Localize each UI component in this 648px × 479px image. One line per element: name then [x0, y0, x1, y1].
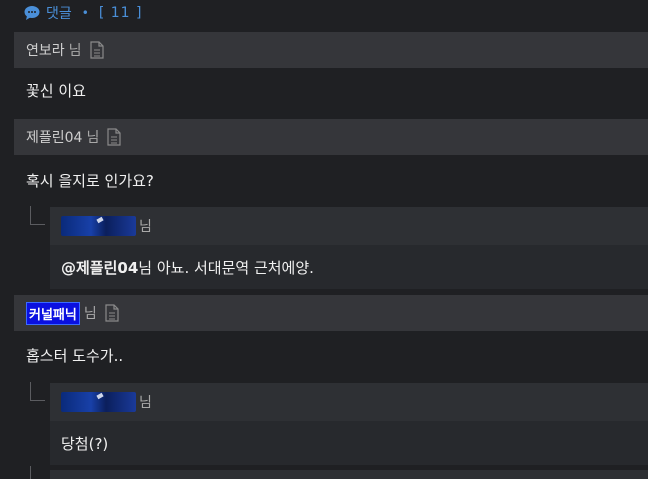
- document-icon[interactable]: [89, 41, 104, 59]
- document-icon[interactable]: [105, 304, 119, 322]
- comment-text: 홉스터 도수가..: [26, 347, 124, 365]
- comment-text: 혹시 을지로 인가요?: [26, 172, 154, 190]
- comment-author-bar: 제플린04 님: [14, 119, 648, 155]
- reply: [50, 470, 648, 479]
- reply: 님 당첨(?): [50, 383, 648, 465]
- comment-count: [ 11 ]: [98, 5, 143, 21]
- reply-connector: [30, 466, 45, 479]
- reply-author-bar: 님: [50, 207, 648, 245]
- author-suffix: 님: [139, 395, 152, 411]
- author-name[interactable]: 제플린04: [26, 127, 82, 147]
- comment-text: 꽃신 이요: [26, 82, 86, 100]
- comments-label: 댓글: [46, 6, 72, 22]
- document-icon[interactable]: [107, 128, 121, 146]
- comment-author-bar: 커널패닉 님: [14, 295, 648, 331]
- comment-author-bar: 연보라 님: [14, 32, 648, 68]
- author-suffix: 님: [86, 130, 100, 146]
- header-separator: •: [81, 6, 89, 20]
- author-suffix: 님: [68, 43, 82, 59]
- author-suffix: 님: [83, 306, 97, 322]
- masked-avatar-name[interactable]: [61, 392, 136, 412]
- author-name[interactable]: 연보라: [26, 40, 65, 60]
- comments-header: 댓글 • [ 11 ]: [24, 2, 142, 24]
- reply-connector: [30, 382, 45, 401]
- comment-bubble-icon: [24, 6, 40, 20]
- reply-text-row: @제플린04 님 아뇨. 서대문역 근처에양.: [50, 245, 648, 289]
- reply: 님 @제플린04 님 아뇨. 서대문역 근처에양.: [50, 207, 648, 289]
- author-name[interactable]: 커널패닉: [26, 301, 80, 325]
- masked-avatar-name[interactable]: [61, 216, 136, 236]
- reply-author-bar: 님: [50, 383, 648, 421]
- reply-text: 당첨(?): [61, 434, 109, 453]
- reply-text: 님 아뇨. 서대문역 근처에양.: [138, 258, 314, 277]
- mention-link[interactable]: @제플린04: [61, 257, 138, 278]
- reply-text-row: 당첨(?): [50, 421, 648, 465]
- reply-connector: [30, 206, 45, 225]
- author-suffix: 님: [139, 219, 152, 235]
